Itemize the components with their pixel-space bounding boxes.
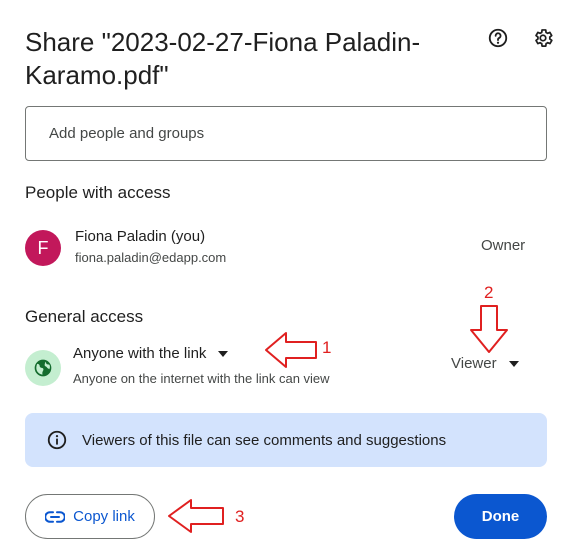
gear-icon	[535, 29, 553, 47]
general-access-description: Anyone on the internet with the link can…	[73, 371, 330, 386]
annotation-arrow-left-icon	[265, 332, 317, 368]
person-name: Fiona Paladin (you)	[75, 228, 206, 245]
person-email: fiona.paladin@edapp.com	[75, 250, 227, 265]
link-icon	[45, 510, 66, 523]
globe-icon-badge	[25, 350, 61, 386]
info-icon	[47, 430, 67, 450]
help-button[interactable]	[482, 22, 514, 54]
annotation-arrow-down-icon	[470, 305, 508, 353]
dialog-title: Share "2023-02-27-Fiona Paladin-Karamo.p…	[25, 27, 421, 90]
annotation-number: 3	[235, 507, 245, 526]
annotation-number: 2	[484, 283, 494, 302]
copy-link-button[interactable]: Copy link	[25, 494, 155, 539]
general-access-label: Anyone with the link	[73, 345, 207, 362]
avatar: F	[25, 230, 61, 266]
settings-button[interactable]	[527, 22, 559, 54]
annotation-number: 1	[322, 338, 332, 357]
general-access-heading: General access	[25, 307, 144, 326]
person-role-owner: Owner	[481, 237, 526, 254]
role-label: Viewer	[451, 355, 497, 372]
people-with-access-heading: People with access	[25, 183, 171, 202]
role-dropdown[interactable]: Viewer	[451, 355, 519, 372]
info-banner-text: Viewers of this file can see comments an…	[82, 431, 447, 449]
general-access-dropdown[interactable]: Anyone with the link	[73, 345, 229, 362]
info-banner: Viewers of this file can see comments an…	[25, 413, 547, 467]
add-people-input[interactable]	[25, 106, 547, 161]
annotation-arrow-left-icon	[168, 499, 224, 533]
help-circle-icon	[488, 28, 508, 48]
caret-down-icon	[218, 350, 229, 357]
globe-icon	[34, 359, 52, 377]
copy-link-label: Copy link	[73, 508, 135, 525]
done-button[interactable]: Done	[454, 494, 547, 539]
caret-down-icon	[508, 360, 519, 367]
